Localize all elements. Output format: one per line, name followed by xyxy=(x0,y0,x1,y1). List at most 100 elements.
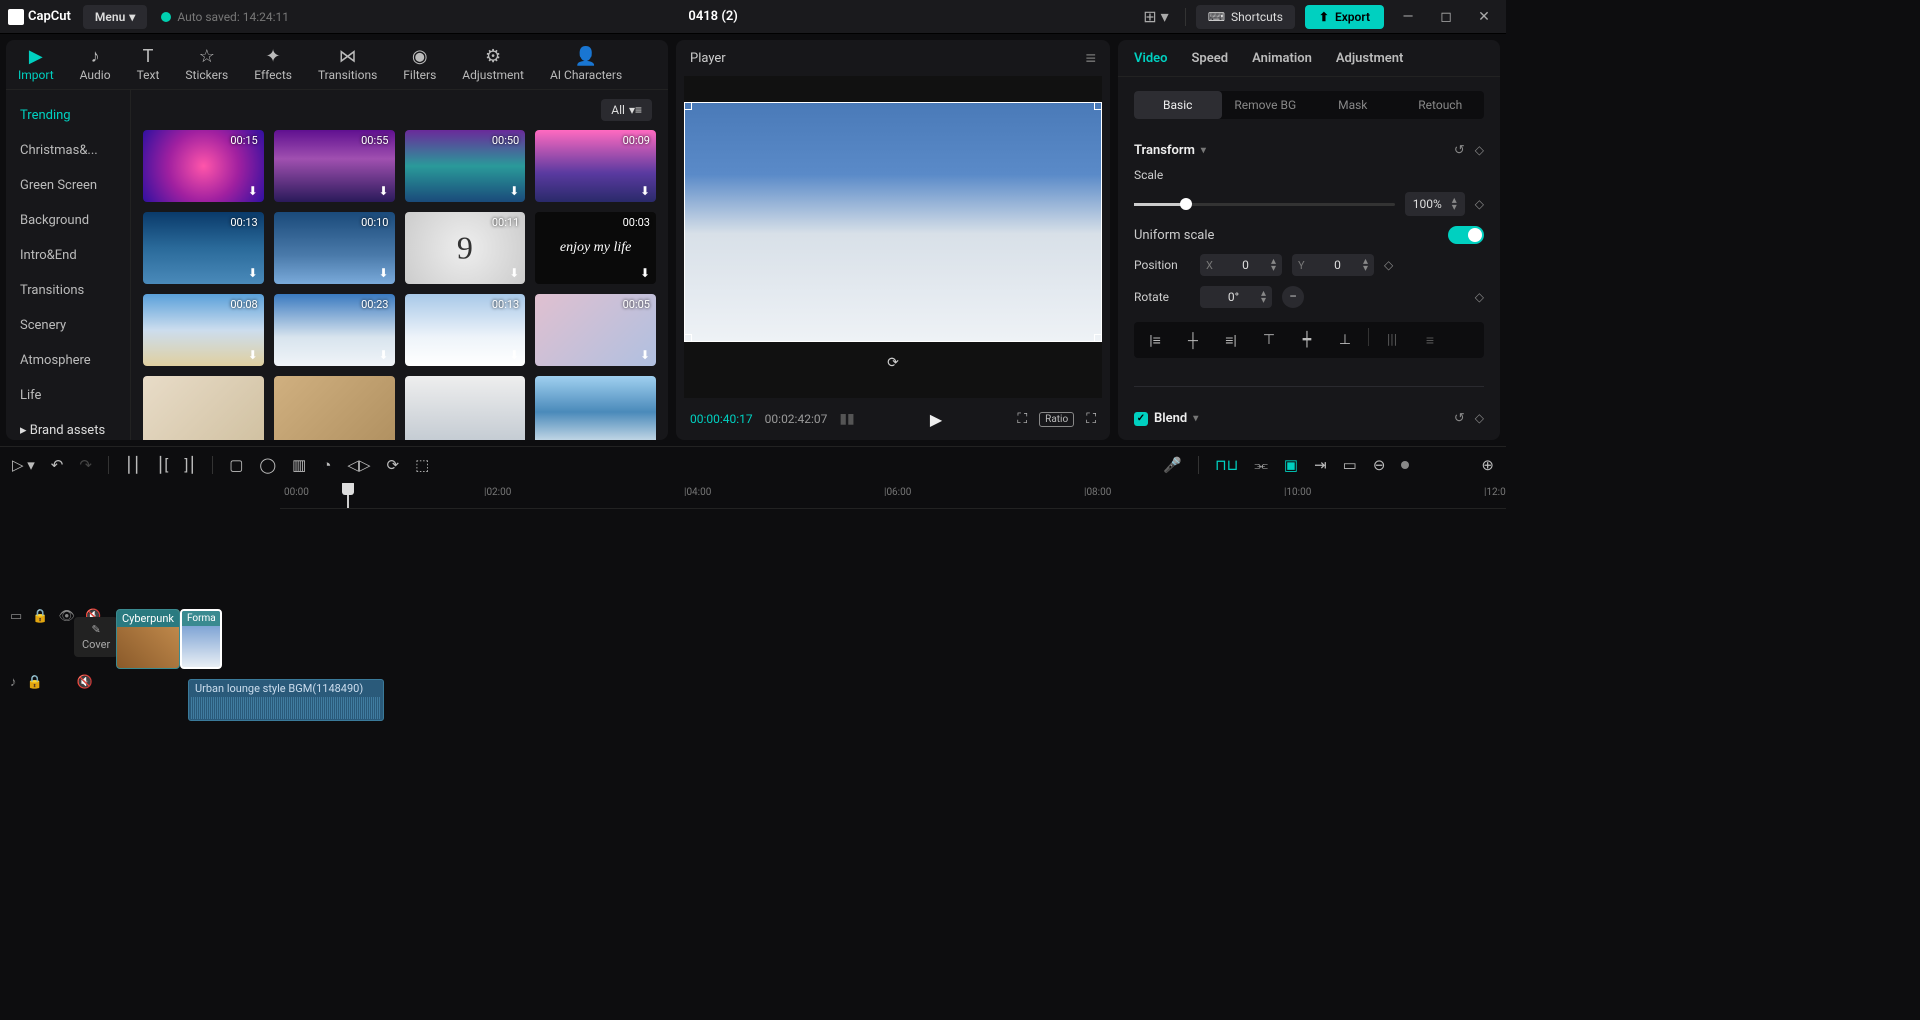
lock-icon[interactable]: 🔒 xyxy=(32,609,48,624)
split-right-icon[interactable]: ]⎮ xyxy=(184,456,196,474)
uniform-scale-toggle[interactable] xyxy=(1448,226,1484,244)
track-options-icon[interactable]: ▭ xyxy=(1343,456,1357,474)
zoom-in-icon[interactable]: ⊕ xyxy=(1481,456,1494,474)
lock-icon[interactable]: 🔒 xyxy=(27,675,43,690)
media-tab-import[interactable]: ▶Import xyxy=(18,48,54,82)
inspector-subtab-basic[interactable]: Basic xyxy=(1134,91,1222,119)
mic-icon[interactable]: 🎤 xyxy=(1163,456,1182,474)
rotate-input[interactable]: 0° ▴▾ xyxy=(1200,286,1272,308)
frame-capture-icon[interactable]: ⛶ xyxy=(1017,411,1027,427)
close-button[interactable]: ✕ xyxy=(1470,3,1498,31)
align-top-icon[interactable]: ⊤ xyxy=(1254,328,1284,352)
all-filter-button[interactable]: All ▾≡ xyxy=(601,99,652,121)
track-options-icon[interactable]: ▭ xyxy=(10,609,22,624)
media-tab-ai-characters[interactable]: 👤AI Characters xyxy=(550,48,622,82)
mute-icon[interactable]: 🔇 xyxy=(77,675,93,690)
undo-icon[interactable]: ↶ xyxy=(51,456,64,474)
download-icon[interactable]: ⬇ xyxy=(640,184,650,198)
inspector-tab-speed[interactable]: Speed xyxy=(1192,51,1229,66)
mask-tool-icon[interactable]: ◯ xyxy=(259,456,276,474)
download-icon[interactable]: ⬇ xyxy=(509,348,519,362)
audio-track-icon[interactable]: ♪ xyxy=(10,674,17,690)
category-christmas-[interactable]: Christmas&... xyxy=(6,133,130,168)
media-thumb[interactable]: 00:10⬇ xyxy=(274,212,395,284)
media-thumb[interactable]: 00:09⬇ xyxy=(535,130,656,202)
split-icon[interactable]: ⎮⎮ xyxy=(125,456,141,474)
crop-tool-icon[interactable]: ⬚ xyxy=(415,456,429,474)
position-y-input[interactable]: Y 0 ▴▾ xyxy=(1292,254,1374,276)
media-thumb[interactable]: 00:13⬇ xyxy=(143,212,264,284)
media-thumb[interactable] xyxy=(143,376,264,440)
layers-icon[interactable]: ▥ xyxy=(292,456,306,474)
inspector-tab-animation[interactable]: Animation xyxy=(1252,51,1312,66)
download-icon[interactable]: ⬇ xyxy=(248,348,258,362)
position-x-input[interactable]: X 0 ▴▾ xyxy=(1200,254,1282,276)
media-tab-effects[interactable]: ✦Effects xyxy=(254,48,292,82)
media-thumb[interactable]: 00:03enjoy my life⬇ xyxy=(535,212,656,284)
media-thumb[interactable] xyxy=(535,376,656,440)
shortcuts-button[interactable]: ⌨ Shortcuts xyxy=(1196,5,1295,29)
media-thumb[interactable]: 00:55⬇ xyxy=(274,130,395,202)
download-icon[interactable]: ⬇ xyxy=(378,184,388,198)
ratio-button[interactable]: Ratio xyxy=(1039,412,1074,427)
category-scenery[interactable]: Scenery xyxy=(6,308,130,343)
download-icon[interactable]: ⬇ xyxy=(640,348,650,362)
align-bottom-icon[interactable]: ⊥ xyxy=(1330,328,1360,352)
download-icon[interactable]: ⬇ xyxy=(248,266,258,280)
download-icon[interactable]: ⬇ xyxy=(378,266,388,280)
inspector-tab-video[interactable]: Video xyxy=(1134,51,1168,66)
track-preview-icon[interactable]: ▣ xyxy=(1284,456,1298,474)
zoom-out-icon[interactable]: ⊖ xyxy=(1373,456,1386,474)
media-thumb[interactable]: 00:15⬇ xyxy=(143,130,264,202)
layout-icon[interactable]: ⊞ ▾ xyxy=(1137,5,1174,28)
media-thumb[interactable] xyxy=(274,376,395,440)
media-thumb[interactable] xyxy=(405,376,526,440)
category-green-screen[interactable]: Green Screen xyxy=(6,168,130,203)
category-life[interactable]: Life xyxy=(6,378,130,413)
blend-reset-icon[interactable]: ↺ xyxy=(1454,411,1465,426)
media-tab-audio[interactable]: ♪Audio xyxy=(80,48,111,82)
scale-input[interactable]: 100% ▴▾ xyxy=(1405,192,1465,216)
crop-icon[interactable]: ▢ xyxy=(229,456,243,474)
rotate-tool-icon[interactable]: ⟳ xyxy=(387,456,400,474)
inspector-tab-adjustment[interactable]: Adjustment xyxy=(1336,51,1404,66)
selection-tool-icon[interactable]: ▷ ▾ xyxy=(12,456,35,474)
player-menu-icon[interactable]: ≡ xyxy=(1085,48,1096,69)
media-thumb[interactable]: 00:23⬇ xyxy=(274,294,395,366)
media-tab-filters[interactable]: ◉Filters xyxy=(403,48,436,82)
rotate-keyframe-icon[interactable]: ◇ xyxy=(1475,290,1484,304)
scale-keyframe-icon[interactable]: ◇ xyxy=(1475,197,1484,211)
video-clip-2[interactable]: Forma xyxy=(180,609,222,669)
media-tab-stickers[interactable]: ☆Stickers xyxy=(185,48,228,82)
minimize-button[interactable]: — xyxy=(1394,3,1422,31)
category-brand-assets[interactable]: ▸ Brand assets xyxy=(6,413,130,440)
download-icon[interactable]: ⬇ xyxy=(378,348,388,362)
marker-icon[interactable]: ⇥ xyxy=(1314,456,1327,474)
align-right-icon[interactable]: ≡| xyxy=(1216,328,1246,352)
preview-frame[interactable]: ⟳ xyxy=(684,102,1102,342)
inspector-subtab-retouch[interactable]: Retouch xyxy=(1397,91,1485,119)
maximize-button[interactable]: ◻ xyxy=(1432,3,1460,31)
align-center-h-icon[interactable]: ┼ xyxy=(1178,328,1208,352)
chevron-down-icon[interactable]: ▾ xyxy=(1201,145,1206,156)
category-transitions[interactable]: Transitions xyxy=(6,273,130,308)
blend-keyframe-icon[interactable]: ◇ xyxy=(1475,411,1484,426)
scale-slider[interactable] xyxy=(1134,203,1395,206)
position-keyframe-icon[interactable]: ◇ xyxy=(1384,258,1393,272)
eye-icon[interactable]: 👁 xyxy=(58,609,75,624)
export-button[interactable]: ⬆ Export xyxy=(1305,5,1384,29)
compare-icon[interactable]: ▮▮ xyxy=(839,411,854,427)
magnet-icon[interactable]: ⊓⊔ xyxy=(1215,456,1238,474)
split-left-icon[interactable]: ⎮[ xyxy=(157,456,169,474)
media-tab-transitions[interactable]: ⋈Transitions xyxy=(318,48,377,82)
speed-icon[interactable]: ◔ xyxy=(322,456,331,474)
chevron-down-icon[interactable]: ▾ xyxy=(1193,413,1198,424)
category-background[interactable]: Background xyxy=(6,203,130,238)
align-center-v-icon[interactable]: ┿ xyxy=(1292,328,1322,352)
cover-button[interactable]: ✎ Cover xyxy=(74,617,118,657)
download-icon[interactable]: ⬇ xyxy=(509,266,519,280)
reset-icon[interactable]: ↺ xyxy=(1454,143,1465,158)
media-thumb[interactable]: 00:08⬇ xyxy=(143,294,264,366)
media-tab-text[interactable]: TText xyxy=(137,48,160,82)
rotate-dial-icon[interactable]: − xyxy=(1282,286,1304,308)
